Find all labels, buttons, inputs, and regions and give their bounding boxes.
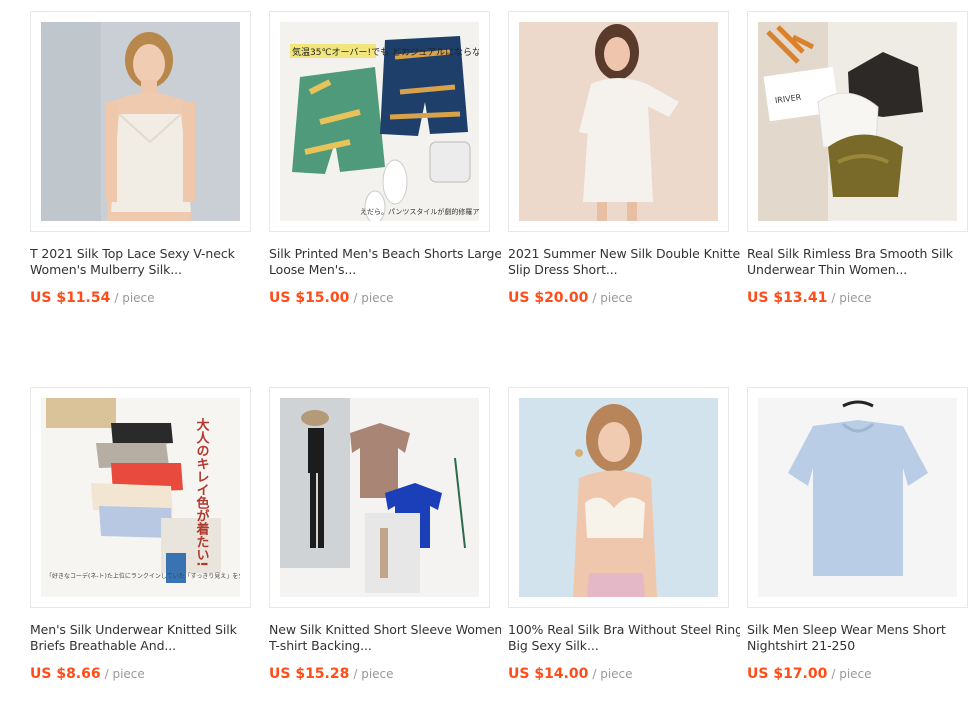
price-row: US $15.00/ piece	[269, 287, 394, 306]
product-price: US $14.00	[508, 666, 589, 682]
product-title-line[interactable]: Big Sexy Silk...	[508, 638, 740, 654]
product-title[interactable]: New Silk Knitted Short Sleeve Women's T-…	[269, 622, 501, 654]
price-unit: / piece	[104, 667, 145, 681]
product-image[interactable]	[747, 387, 968, 608]
price-row: US $8.66/ piece	[30, 663, 145, 682]
price-unit: / piece	[353, 667, 394, 681]
product-price: US $15.00	[269, 290, 350, 306]
product-image[interactable]: 大人のキレイ色が着たい! 「好きなコーデ(ネ-ト)た上位にランクインしていた「す…	[30, 387, 251, 608]
product-title-line[interactable]: Loose Men's...	[269, 262, 501, 278]
price-row: US $17.00/ piece	[747, 663, 872, 682]
product-price: US $20.00	[508, 290, 589, 306]
price-row: US $15.28/ piece	[269, 663, 394, 682]
image-caption: えだら。パンツスタイルが劇的修羅アップ!	[360, 207, 479, 216]
product-title-line[interactable]: 2021 Summer New Silk Double Knitted	[508, 246, 740, 262]
product-title-line[interactable]: Silk Men Sleep Wear Mens Short	[747, 622, 979, 638]
product-price: US $15.28	[269, 666, 350, 682]
price-row: US $14.00/ piece	[508, 663, 633, 682]
product-image[interactable]	[269, 387, 490, 608]
product-title-line[interactable]: T-shirt Backing...	[269, 638, 501, 654]
product-title-line[interactable]: Silk Printed Men's Beach Shorts Large	[269, 246, 501, 262]
product-image[interactable]	[30, 11, 251, 232]
product-image[interactable]: 気温35℃オーバー!でも どカジュアルにならないコツ えだら。パンツスタイルが劇…	[269, 11, 490, 232]
price-unit: / piece	[592, 291, 633, 305]
product-price: US $8.66	[30, 666, 101, 682]
product-title[interactable]: 2021 Summer New Silk Double Knitted Slip…	[508, 246, 740, 278]
image-caption: 「好きなコーデ(ネ-ト)た上位にランクインしていた「すっきり見え」を分析!	[46, 572, 240, 580]
product-title-line[interactable]: New Silk Knitted Short Sleeve Women's	[269, 622, 501, 638]
product-title[interactable]: Men's Silk Underwear Knitted Silk Briefs…	[30, 622, 262, 654]
price-unit: / piece	[831, 667, 872, 681]
price-unit: / piece	[831, 291, 872, 305]
product-title-line[interactable]: 100% Real Silk Bra Without Steel Ring	[508, 622, 740, 638]
price-row: US $13.41/ piece	[747, 287, 872, 306]
product-title-line[interactable]: T 2021 Silk Top Lace Sexy V-neck	[30, 246, 262, 262]
product-title-line[interactable]: Men's Silk Underwear Knitted Silk	[30, 622, 262, 638]
price-unit: / piece	[592, 667, 633, 681]
product-title-line[interactable]: Underwear Thin Women...	[747, 262, 979, 278]
product-price: US $13.41	[747, 290, 828, 306]
price-unit: / piece	[114, 291, 155, 305]
product-image[interactable]	[508, 387, 729, 608]
product-image[interactable]: IRIVER	[747, 11, 968, 232]
product-title-line[interactable]: Nightshirt 21-250	[747, 638, 979, 654]
price-row: US $11.54/ piece	[30, 287, 155, 306]
product-title[interactable]: Silk Men Sleep Wear Mens Short Nightshir…	[747, 622, 979, 654]
image-caption: 大人のキレイ色が着たい!	[194, 417, 211, 566]
product-title-line[interactable]: Slip Dress Short...	[508, 262, 740, 278]
price-row: US $20.00/ piece	[508, 287, 633, 306]
product-title[interactable]: T 2021 Silk Top Lace Sexy V-neck Women's…	[30, 246, 262, 278]
product-title[interactable]: Silk Printed Men's Beach Shorts Large Lo…	[269, 246, 501, 278]
image-caption: 気温35℃オーバー!でも どカジュアルにならないコツ	[292, 46, 479, 58]
product-image[interactable]	[508, 11, 729, 232]
product-price: US $11.54	[30, 290, 111, 306]
product-title[interactable]: Real Silk Rimless Bra Smooth Silk Underw…	[747, 246, 979, 278]
product-title-line[interactable]: Women's Mulberry Silk...	[30, 262, 262, 278]
product-title-line[interactable]: Real Silk Rimless Bra Smooth Silk	[747, 246, 979, 262]
product-title[interactable]: 100% Real Silk Bra Without Steel Ring Bi…	[508, 622, 740, 654]
product-title-line[interactable]: Briefs Breathable And...	[30, 638, 262, 654]
product-price: US $17.00	[747, 666, 828, 682]
price-unit: / piece	[353, 291, 394, 305]
